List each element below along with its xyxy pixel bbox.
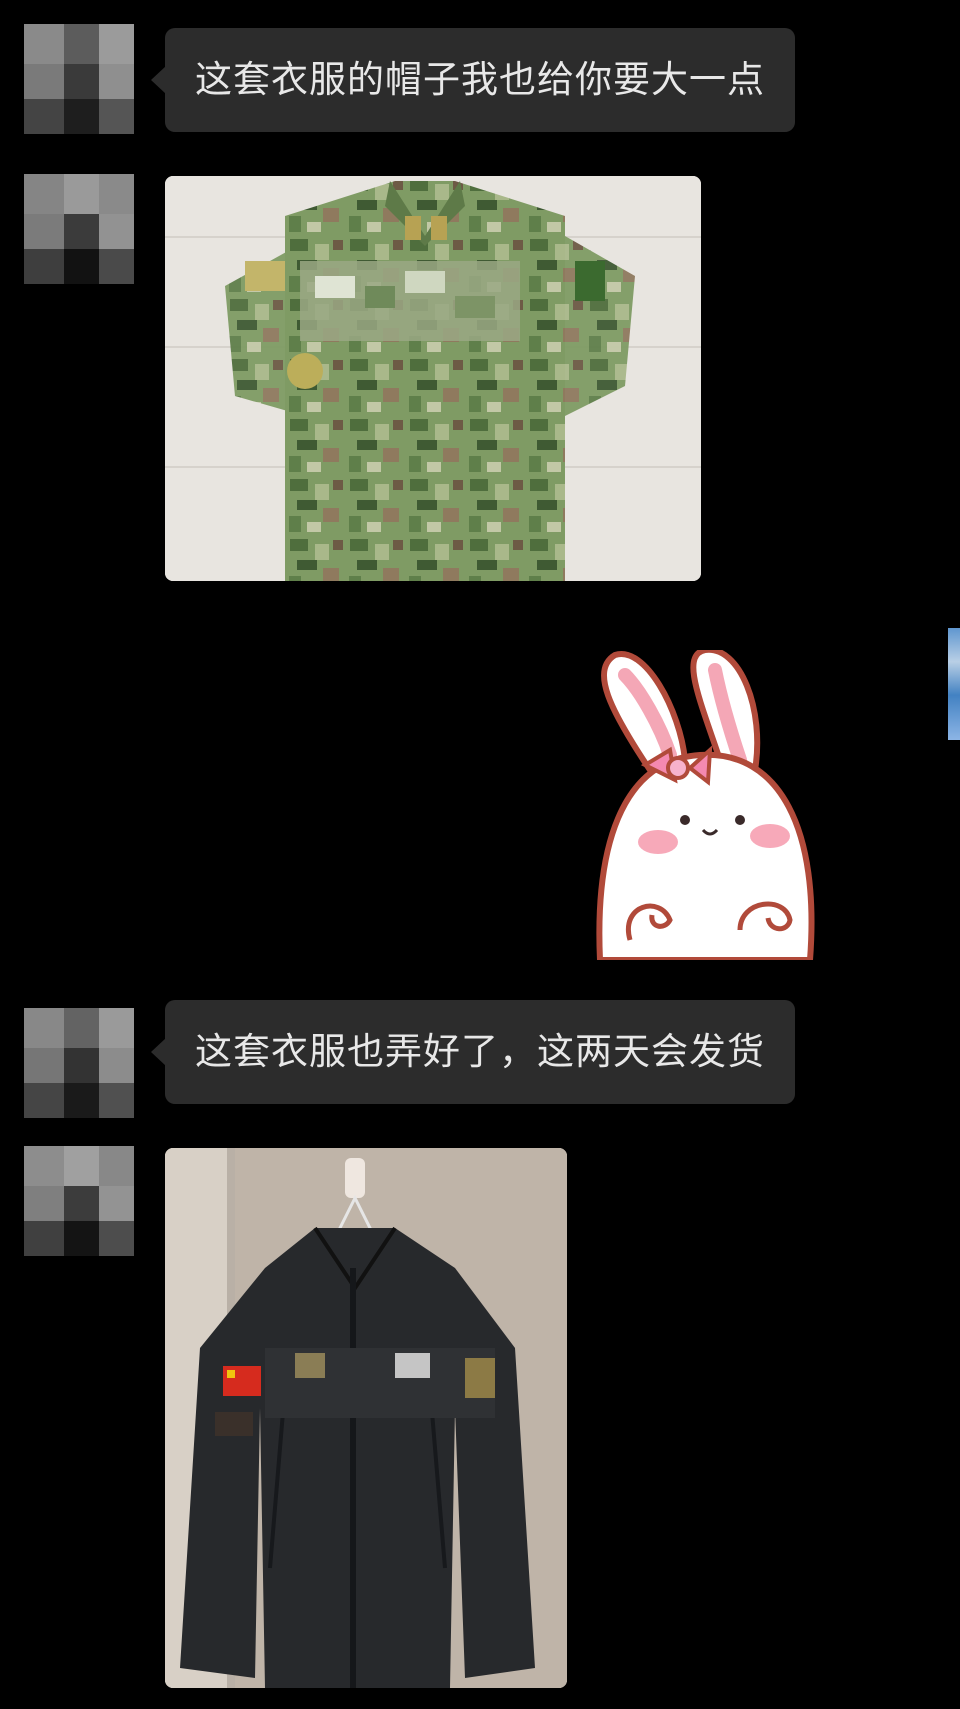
black-jacket-photo[interactable] bbox=[165, 1148, 567, 1688]
avatar[interactable] bbox=[24, 24, 134, 134]
bunny-sticker[interactable] bbox=[590, 646, 830, 963]
avatar[interactable] bbox=[24, 1008, 134, 1118]
message-bubble[interactable]: 这套衣服的帽子我也给你要大一点 bbox=[151, 28, 795, 132]
message-bubble[interactable]: 这套衣服也弄好了，这两天会发货 bbox=[151, 1000, 795, 1104]
camouflage-uniform-photo[interactable] bbox=[165, 176, 701, 581]
edge-indicator bbox=[948, 628, 960, 740]
avatar[interactable] bbox=[24, 1146, 134, 1256]
avatar[interactable] bbox=[24, 174, 134, 284]
